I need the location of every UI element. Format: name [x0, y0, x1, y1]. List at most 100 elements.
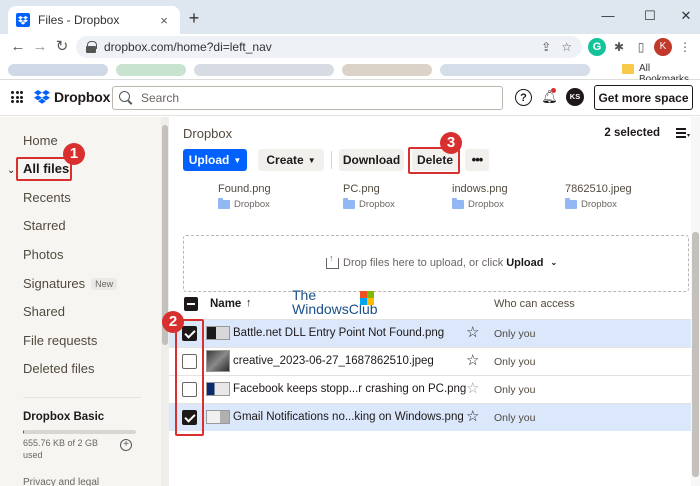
user-avatar[interactable]: KS	[566, 88, 584, 106]
search-input[interactable]	[141, 91, 496, 105]
address-bar[interactable]: dropbox.com/home?di=left_nav ⇪ ☆	[76, 36, 582, 58]
access-text: Only you	[494, 384, 536, 396]
new-tab-button[interactable]: +	[184, 9, 204, 27]
table-row[interactable]: creative_2023-06-27_1687862510.jpeg ☆ On…	[169, 347, 691, 375]
sidebar-item-file-requests[interactable]: File requests	[23, 333, 97, 348]
add-storage-icon[interactable]: +	[120, 439, 132, 451]
breadcrumb[interactable]: Dropbox	[183, 126, 232, 141]
file-tile-location: Dropbox	[359, 199, 395, 210]
folder-icon	[343, 198, 355, 209]
browser-toolbar: ← → ↻ dropbox.com/home?di=left_nav ⇪ ☆ G…	[0, 34, 700, 60]
upload-icon	[326, 253, 339, 269]
list-view-icon[interactable]: ▾	[676, 128, 690, 139]
sidebar-item-home[interactable]: Home	[23, 133, 58, 148]
url-text: dropbox.com/home?di=left_nav	[104, 40, 272, 54]
help-icon[interactable]: ?	[515, 89, 532, 106]
extensions-puzzle-icon[interactable]: ✱	[610, 38, 628, 56]
file-name[interactable]: Gmail Notifications no...king on Windows…	[233, 411, 464, 423]
star-icon[interactable]: ☆	[466, 407, 479, 425]
maximize-icon[interactable]: ☐	[642, 8, 658, 24]
brand-name: Dropbox	[54, 89, 111, 105]
bookmarks-bar: All Bookmarks	[0, 60, 700, 85]
file-tile-name: 7862510.jpeg	[565, 183, 632, 195]
main-scrollbar-thumb[interactable]	[692, 232, 699, 477]
file-name[interactable]: creative_2023-06-27_1687862510.jpeg	[233, 355, 434, 367]
file-thumbnail	[206, 326, 230, 340]
select-all-checkbox[interactable]	[184, 297, 198, 311]
tab-close-icon[interactable]: ×	[156, 13, 172, 28]
windows-logo-icon	[360, 291, 374, 305]
browser-tab[interactable]: Files - Dropbox ×	[8, 6, 180, 34]
table-row[interactable]: Facebook keeps stopp...r crashing on PC.…	[169, 375, 691, 403]
blurred-bookmark[interactable]	[194, 64, 334, 76]
blurred-bookmark[interactable]	[8, 64, 108, 76]
star-icon[interactable]: ☆	[466, 323, 479, 341]
side-panel-icon[interactable]: ▯	[632, 38, 650, 56]
dropzone-upload-link[interactable]: Upload ⌄	[506, 257, 557, 269]
upload-dropzone[interactable]: Drop files here to upload, or click Uplo…	[183, 235, 689, 292]
blurred-bookmark[interactable]	[342, 64, 432, 76]
annotation-badge-2: 2	[162, 311, 184, 333]
selected-count: 2 selected	[604, 127, 660, 139]
column-header-name[interactable]: Name	[210, 298, 241, 310]
file-tile[interactable]: 7862510.jpeg Dropbox	[565, 183, 665, 210]
star-icon[interactable]: ☆	[466, 351, 479, 369]
chevron-down-icon[interactable]: ⌄	[7, 165, 15, 176]
new-badge: New	[91, 278, 118, 290]
plan-title[interactable]: Dropbox Basic	[23, 411, 104, 423]
folder-icon	[452, 198, 464, 209]
back-icon[interactable]: ←	[8, 37, 28, 57]
sidebar-item-signatures[interactable]: Signatures New	[23, 276, 118, 291]
file-name[interactable]: Facebook keeps stopp...r crashing on PC.…	[233, 383, 466, 395]
browser-menu-icon[interactable]: ⋮	[676, 38, 694, 56]
blurred-bookmark[interactable]	[116, 64, 186, 76]
create-button[interactable]: Create ▼	[258, 149, 324, 171]
upload-button[interactable]: Upload ▼	[183, 149, 247, 171]
storage-usage-fill	[23, 430, 25, 434]
search-box[interactable]	[112, 86, 503, 110]
file-tile-name: PC.png	[343, 183, 380, 195]
sidebar-item-photos[interactable]: Photos	[23, 247, 63, 262]
sidebar-item-deleted-files[interactable]: Deleted files	[23, 361, 95, 376]
get-more-space-button[interactable]: Get more space	[594, 85, 693, 110]
sort-arrow-icon[interactable]: ↑	[246, 297, 252, 309]
profile-avatar[interactable]: K	[654, 38, 672, 56]
sidebar-item-recents[interactable]: Recents	[23, 190, 71, 205]
more-actions-button[interactable]: •••	[465, 149, 489, 171]
search-icon	[119, 91, 133, 105]
download-button[interactable]: Download	[339, 149, 404, 171]
watermark: The WindowsClub	[292, 288, 382, 320]
reload-icon[interactable]: ↻	[52, 37, 72, 57]
folder-icon	[565, 198, 577, 209]
folder-icon	[218, 198, 230, 209]
table-row[interactable]: Gmail Notifications no...king on Windows…	[169, 403, 691, 431]
access-text: Only you	[494, 356, 536, 368]
star-icon[interactable]: ☆	[466, 379, 479, 397]
table-row[interactable]: Battle.net DLL Entry Point Not Found.png…	[169, 319, 691, 347]
file-tile[interactable]: Found.png Dropbox	[218, 183, 318, 210]
file-tile[interactable]: indows.png Dropbox	[452, 183, 552, 210]
grammarly-extension-icon[interactable]: G	[588, 38, 606, 56]
annotation-badge-1: 1	[63, 143, 85, 165]
highlight-checkboxes	[175, 319, 204, 436]
app-header: Dropbox ? 🔔︎ KS Get more space	[0, 80, 700, 116]
dropbox-logo-icon	[34, 90, 50, 104]
dropbox-brand[interactable]: Dropbox	[34, 89, 110, 105]
share-icon[interactable]: ⇪	[541, 40, 551, 54]
file-tile[interactable]: PC.png Dropbox	[343, 183, 443, 210]
file-tile-name: indows.png	[452, 183, 508, 195]
file-tile-location: Dropbox	[468, 199, 504, 210]
app-grid-icon[interactable]	[11, 91, 23, 103]
sidebar-item-starred[interactable]: Starred	[23, 218, 66, 233]
privacy-link[interactable]: Privacy and legal	[23, 477, 99, 486]
dropzone-text: Drop files here to upload, or click	[343, 257, 504, 269]
file-name[interactable]: Battle.net DLL Entry Point Not Found.png	[233, 327, 444, 339]
sidebar-item-shared[interactable]: Shared	[23, 304, 65, 319]
blurred-bookmark[interactable]	[440, 64, 590, 76]
bookmark-star-icon[interactable]: ☆	[561, 40, 572, 54]
close-window-icon[interactable]: ✕	[678, 8, 694, 24]
file-thumbnail	[206, 350, 230, 372]
tab-title: Files - Dropbox	[38, 13, 120, 27]
minimize-icon[interactable]: —	[600, 8, 616, 23]
forward-icon[interactable]: →	[30, 37, 50, 57]
